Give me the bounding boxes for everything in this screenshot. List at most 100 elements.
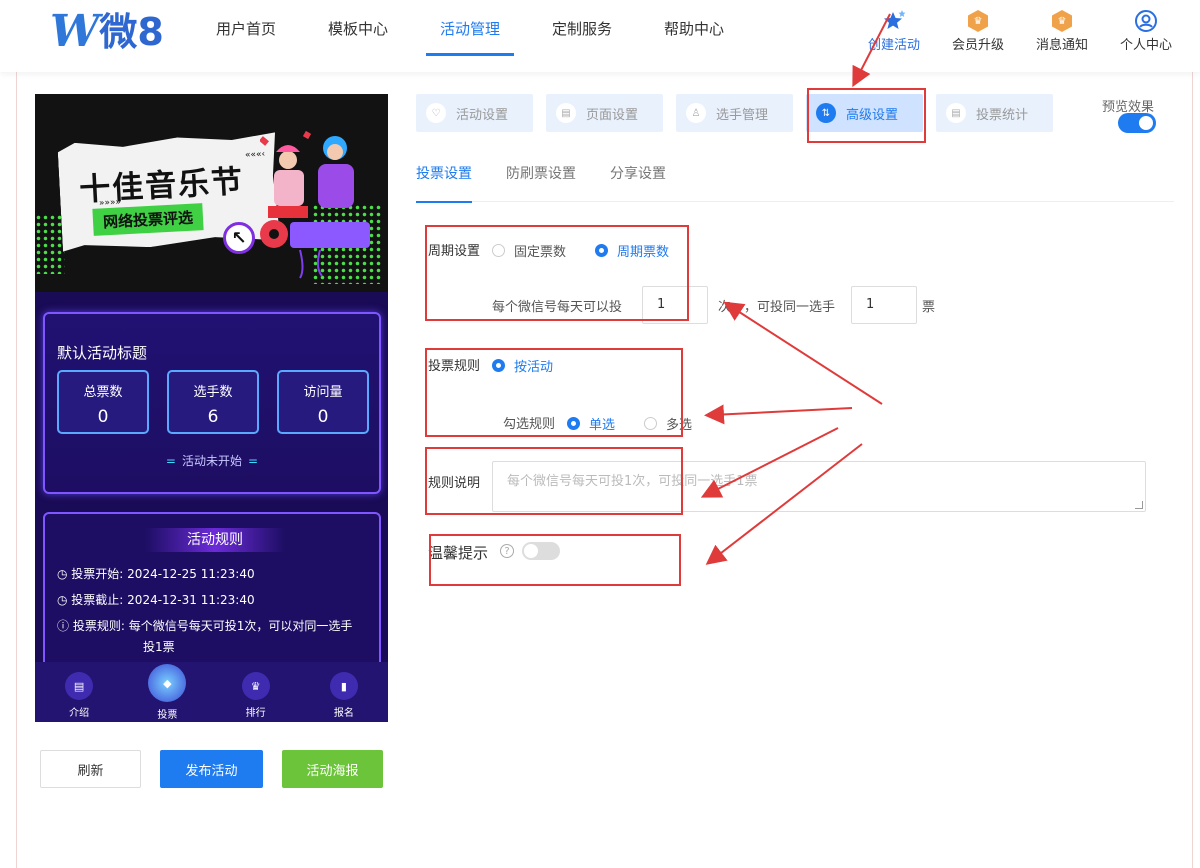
bottom-nav-rank[interactable]: ♛ 排行 <box>221 662 291 722</box>
refresh-button[interactable]: 刷新 <box>40 750 141 788</box>
radio-label: 按活动 <box>514 360 554 375</box>
sliders-icon: ⇅ <box>816 103 836 123</box>
radio-label: 单选 <box>589 418 616 433</box>
radio-fixed-votes[interactable]: 固定票数 <box>492 241 566 260</box>
select-rule-label: 勾选规则 <box>503 417 556 432</box>
per-day-label: 每个微信号每天可以投 <box>492 300 623 315</box>
vote-rule-label: 投票规则 <box>428 359 481 374</box>
rule-desc-textarea[interactable]: 每个微信号每天可投1次，可投同一选手1票 <box>492 461 1146 512</box>
radio-label: 周期票数 <box>617 245 670 260</box>
bottom-nav-label: 报名 <box>333 708 354 719</box>
rule-vote-start: ◷ 投票开始: 2024-12-25 11:23:40 <box>57 564 255 585</box>
tab-vote-statistics[interactable]: ▤ 投票统计 <box>936 94 1053 132</box>
radio-label: 多选 <box>666 418 693 433</box>
top-header: W 微8 用户首页 模板中心 活动管理 定制服务 帮助中心 创建活动 ♛ 会员升… <box>0 0 1200 72</box>
tab-label: 高级设置 <box>846 107 899 123</box>
times-unit: 次 <box>718 300 732 315</box>
nav-help-center[interactable]: 帮助中心 <box>638 0 750 56</box>
create-activity-label: 创建活动 <box>867 38 920 53</box>
stat-value: 6 <box>207 407 219 427</box>
bottom-nav-signup[interactable]: ▮ 报名 <box>309 662 379 722</box>
radio-periodic-votes[interactable]: 周期票数 <box>595 241 669 260</box>
mobile-preview: 十佳音乐节 »»»» «««‹ 网络投票评选 ↖ 默认活动标题 总票数 0 选手… <box>35 94 388 722</box>
same-player-input[interactable]: 1 <box>851 286 917 324</box>
preview-bottom-nav: ▤ 介绍 ◆ 投票 ♛ 排行 ▮ 报名 <box>35 662 388 722</box>
heart-icon: ♡ <box>426 103 446 123</box>
tab-activity-settings[interactable]: ♡ 活动设置 <box>416 94 533 132</box>
subtab-share-settings[interactable]: 分享设置 <box>610 160 666 202</box>
bottom-nav-label: 投票 <box>157 710 178 721</box>
notifications-label: 消息通知 <box>1035 38 1088 53</box>
publish-activity-button[interactable]: 发布活动 <box>160 750 263 788</box>
tab-label: 选手管理 <box>716 107 769 123</box>
radio-multi-select[interactable]: 多选 <box>644 414 692 433</box>
votes-unit: 票 <box>922 300 936 315</box>
star-icon <box>881 8 907 34</box>
person-icon: ♙ <box>686 103 706 123</box>
bottom-nav-intro[interactable]: ▤ 介绍 <box>44 662 114 722</box>
nav-custom-service[interactable]: 定制服务 <box>526 0 638 56</box>
tab-advanced-settings[interactable]: ⇅ 高级设置 <box>806 94 923 132</box>
stat-label: 总票数 <box>83 385 123 400</box>
bottom-nav-label: 排行 <box>245 708 266 719</box>
logo-mark: W <box>50 6 99 57</box>
stat-label: 选手数 <box>193 385 233 400</box>
settings-subtabs: 投票设置 防刷票设置 分享设置 <box>416 160 1174 203</box>
vote-icon: ◆ <box>148 664 187 702</box>
banner-subtitle: 网络投票评选 <box>92 203 204 236</box>
tab-page-settings[interactable]: ▤ 页面设置 <box>546 94 663 132</box>
notifications-button[interactable]: ♛ 消息通知 <box>1020 8 1104 53</box>
personal-center-button[interactable]: 个人中心 <box>1104 8 1188 53</box>
rule-vote-rule: ⓘ 投票规则: 每个微信号每天可投1次，可以对同一选手 <box>57 616 352 637</box>
bottom-nav-vote[interactable]: ◆ 投票 <box>132 662 202 722</box>
radio-circle <box>644 417 657 430</box>
tab-label: 页面设置 <box>586 107 639 123</box>
radio-circle <box>567 417 580 430</box>
arrow-up-left-icon: ↖ <box>223 222 255 254</box>
rule-vote-end: ◷ 投票截止: 2024-12-31 11:23:40 <box>57 590 255 611</box>
nav-user-home[interactable]: 用户首页 <box>190 0 302 56</box>
logo[interactable]: W 微8 <box>50 8 164 56</box>
tab-label: 投票统计 <box>976 107 1029 123</box>
crown-badge-icon: ♛ <box>968 10 988 32</box>
radio-single-select[interactable]: 单选 <box>567 414 615 433</box>
stat-label: 访问量 <box>303 385 343 400</box>
tab-player-management[interactable]: ♙ 选手管理 <box>676 94 793 132</box>
nav-template-center[interactable]: 模板中心 <box>302 0 414 56</box>
stat-visits: 访问量 0 <box>277 370 369 434</box>
radio-circle <box>492 244 505 257</box>
member-upgrade-button[interactable]: ♛ 会员升级 <box>936 8 1020 53</box>
rule-value: 2024-12-31 11:23:40 <box>127 593 255 607</box>
subtab-vote-settings[interactable]: 投票设置 <box>416 160 472 203</box>
logo-text: 微8 <box>99 10 164 54</box>
main-nav: 用户首页 模板中心 活动管理 定制服务 帮助中心 <box>190 0 750 56</box>
subtab-anti-fraud[interactable]: 防刷票设置 <box>506 160 576 202</box>
rule-value: 每个微信号每天可投1次，可以对同一选手 <box>128 619 353 633</box>
dj-illustration <box>260 130 370 279</box>
intro-icon: ▤ <box>65 672 94 700</box>
radio-circle <box>595 244 608 257</box>
rank-icon: ♛ <box>241 672 270 700</box>
preview-effect-toggle[interactable] <box>1118 113 1156 133</box>
personal-center-label: 个人中心 <box>1119 38 1172 53</box>
stats-icon: ▤ <box>946 103 966 123</box>
help-icon[interactable]: ? <box>500 544 514 558</box>
activity-summary-panel: 默认活动标题 总票数 0 选手数 6 访问量 0 活动未开始 <box>43 312 381 494</box>
stat-value: 0 <box>97 407 109 427</box>
signup-icon: ▮ <box>329 672 358 700</box>
radio-by-activity[interactable]: 按活动 <box>492 356 553 375</box>
member-upgrade-label: 会员升级 <box>951 38 1004 53</box>
nav-activity-management[interactable]: 活动管理 <box>414 0 526 56</box>
tip-toggle[interactable] <box>522 542 560 560</box>
per-day-input[interactable]: 1 <box>642 286 708 324</box>
rules-title: 活动规则 <box>145 528 285 552</box>
create-activity-button[interactable]: 创建活动 <box>852 8 936 53</box>
radio-circle <box>492 359 505 372</box>
period-label: 周期设置 <box>428 244 481 259</box>
activity-poster-button[interactable]: 活动海报 <box>282 750 383 788</box>
page-icon: ▤ <box>556 103 576 123</box>
rule-key: ◷ 投票开始: <box>57 567 124 581</box>
rule-value: 2024-12-25 11:23:40 <box>127 567 255 581</box>
tab-label: 活动设置 <box>456 107 509 123</box>
rule-vote-rule-cont: 投1票 <box>143 640 175 654</box>
